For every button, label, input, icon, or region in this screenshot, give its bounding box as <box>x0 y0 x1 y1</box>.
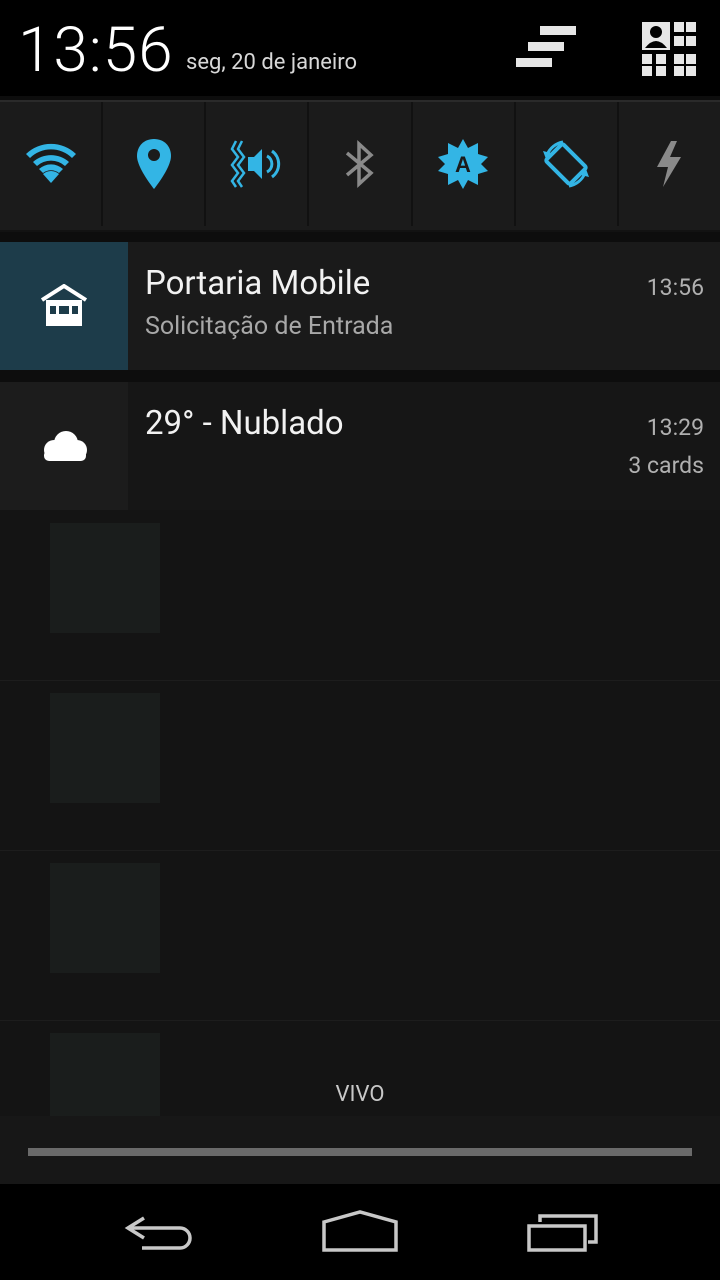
sound-toggle[interactable] <box>206 102 310 226</box>
notification-text: Solicitação de Entrada <box>145 312 394 341</box>
auto-brightness-icon: A <box>438 139 489 189</box>
notification-time: 13:56 <box>646 274 704 301</box>
vibrate-sound-icon <box>230 140 281 188</box>
background-app-content <box>0 510 720 1143</box>
bluetooth-toggle[interactable] <box>309 102 413 226</box>
header-clock: 13:56 <box>18 14 174 87</box>
notification-weather[interactable]: 29° - Nublado 13:29 3 cards <box>0 382 720 510</box>
quick-settings-bar: A <box>0 100 720 232</box>
recent-apps-icon <box>527 1214 598 1252</box>
notification-app-icon <box>0 382 128 510</box>
ghost-list-item <box>0 680 720 851</box>
location-toggle[interactable] <box>103 102 207 226</box>
bluetooth-icon <box>345 140 374 188</box>
ghost-list-item <box>0 510 720 681</box>
shade-drag-handle[interactable] <box>28 1148 692 1156</box>
notification-header: 13:56 seg, 20 de janeiro <box>0 0 720 96</box>
back-icon <box>124 1216 192 1250</box>
home-button[interactable] <box>322 1208 398 1260</box>
cloud-icon <box>44 431 87 461</box>
carrier-label: VIVO <box>335 1082 385 1107</box>
notification-portaria[interactable]: Portaria Mobile Solicitação de Entrada 1… <box>0 242 720 370</box>
brightness-toggle[interactable]: A <box>413 102 516 226</box>
notification-time: 13:29 <box>646 414 704 441</box>
auto-rotate-icon <box>543 140 590 188</box>
rotation-toggle[interactable] <box>516 102 619 226</box>
store-icon <box>40 284 88 326</box>
recent-apps-button[interactable] <box>526 1208 598 1260</box>
ghost-list-item <box>0 850 720 1021</box>
navigation-bar <box>0 1184 720 1280</box>
notification-info: 3 cards <box>628 452 704 479</box>
flashlight-toggle[interactable] <box>619 102 720 226</box>
home-icon <box>322 1210 398 1252</box>
wifi-icon <box>25 143 76 183</box>
back-button[interactable] <box>124 1208 196 1260</box>
wifi-toggle[interactable] <box>0 102 104 226</box>
quick-settings-toggle-icon[interactable] <box>642 22 696 80</box>
clear-all-icon[interactable] <box>516 22 578 78</box>
flashlight-icon <box>657 141 682 187</box>
header-date: seg, 20 de janeiro <box>186 50 358 75</box>
svg-text:A: A <box>455 152 471 177</box>
notification-title: 29° - Nublado <box>145 404 344 443</box>
notification-title: Portaria Mobile <box>145 264 371 303</box>
location-icon <box>136 139 171 189</box>
notification-app-icon <box>0 242 128 370</box>
